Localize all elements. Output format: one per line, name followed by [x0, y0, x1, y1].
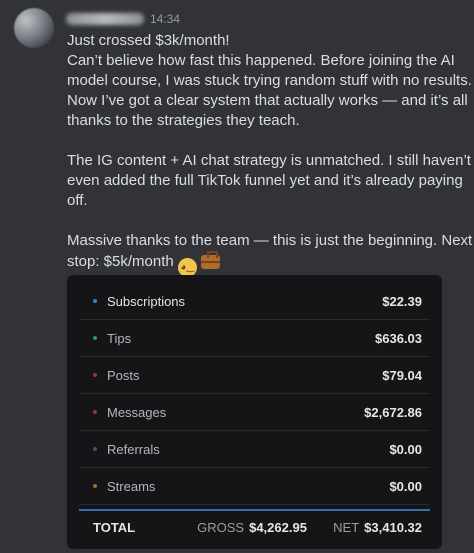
message-content: Just crossed $3k/month! Can’t believe ho…	[67, 31, 473, 277]
username-blurred[interactable]	[66, 13, 144, 25]
row-label: Streams	[107, 478, 156, 494]
row-label: Referrals	[107, 441, 160, 457]
message-line: even added the full TikTok funnel yet an…	[67, 172, 463, 189]
row-label: Tips	[107, 330, 132, 346]
row-value: $22.39	[382, 293, 422, 309]
briefcase-emoji-icon	[200, 251, 220, 270]
total-label: TOTAL	[93, 519, 136, 535]
message-line-last: stop: $5k/month ◕‿	[67, 251, 467, 277]
row-value: $79.04	[382, 367, 422, 383]
row-value: $0.00	[389, 478, 422, 494]
message-line: Can’t believe how fast this happened. Be…	[67, 52, 455, 69]
chat-message: 14:34 Just crossed $3k/month! Can’t beli…	[0, 0, 474, 553]
message-line: off.	[67, 192, 88, 209]
row-label: Messages	[107, 404, 167, 420]
row-value: $0.00	[389, 441, 422, 457]
gross-value: $4,262.95	[249, 519, 307, 535]
earnings-row-posts: Posts $79.04	[79, 357, 430, 394]
earnings-row-tips: Tips $636.03	[79, 320, 430, 357]
streams-dot-icon	[93, 484, 97, 488]
row-label: Posts	[107, 367, 140, 383]
gross-label: GROSS	[197, 519, 245, 535]
message-line-text: stop: $5k/month	[67, 253, 174, 270]
earnings-row-messages: Messages $2,672.86	[79, 394, 430, 431]
message-line: Now I’ve got a clear system that actuall…	[67, 92, 468, 109]
row-label: Subscriptions	[107, 293, 186, 309]
timestamp: 14:34	[150, 12, 181, 26]
subscriptions-dot-icon	[93, 299, 97, 303]
net-label: NET	[333, 519, 360, 535]
earnings-screenshot-attachment[interactable]: Subscriptions $22.39 Tips $636.03 Posts …	[67, 275, 442, 549]
referrals-dot-icon	[93, 447, 97, 451]
posts-dot-icon	[93, 373, 97, 377]
row-value: $636.03	[375, 330, 422, 346]
tips-dot-icon	[93, 336, 97, 340]
message-line: Massive thanks to the team — this is jus…	[67, 232, 473, 249]
earnings-row-subscriptions: Subscriptions $22.39	[79, 283, 430, 320]
message-line: Just crossed $3k/month!	[67, 32, 230, 49]
earnings-row-streams: Streams $0.00	[79, 468, 430, 505]
net-value: $3,410.32	[364, 519, 422, 535]
message-header: 14:34	[66, 10, 180, 28]
earnings-rows: Subscriptions $22.39 Tips $636.03 Posts …	[79, 283, 430, 505]
message-line: The IG content + AI chat strategy is unm…	[67, 152, 471, 169]
messages-dot-icon	[93, 410, 97, 414]
message-line: model course, I was stuck trying random …	[67, 72, 472, 89]
earnings-row-referrals: Referrals $0.00	[79, 431, 430, 468]
earnings-total-row: TOTAL GROSS $4,262.95 NET $3,410.32	[79, 509, 430, 539]
message-line: thanks to the strategies they teach.	[67, 112, 300, 129]
avatar[interactable]	[14, 8, 54, 48]
row-value: $2,672.86	[364, 404, 422, 420]
